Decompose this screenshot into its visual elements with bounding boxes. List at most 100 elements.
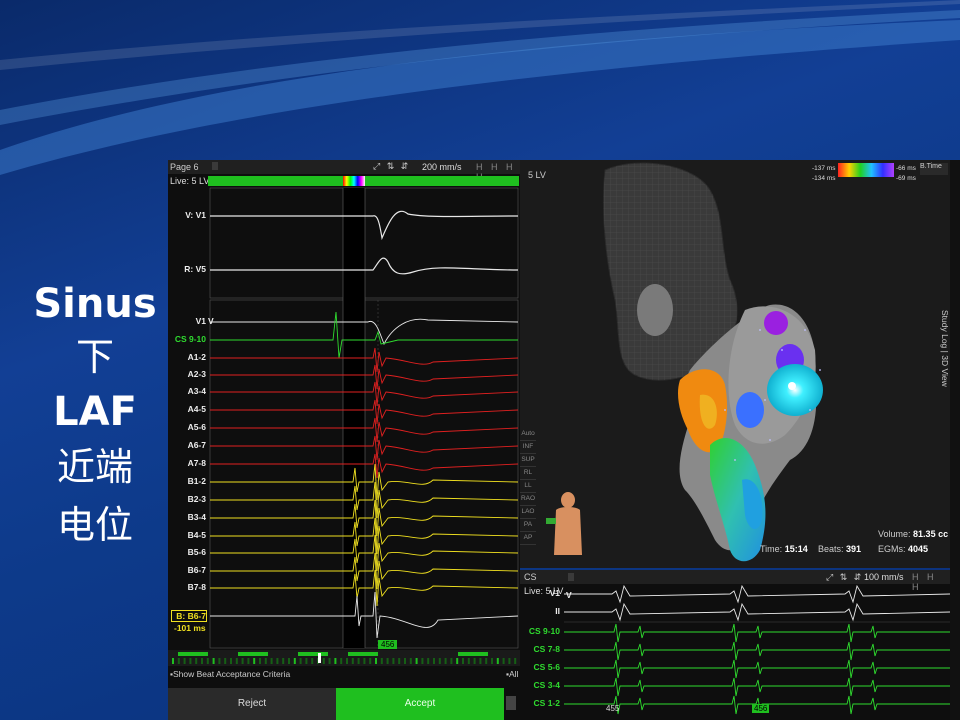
- beat-tick: [328, 658, 331, 664]
- beat-tick: [462, 658, 464, 664]
- beat-tick: [270, 658, 273, 664]
- cs-channel-label[interactable]: CS 3-4: [520, 680, 560, 690]
- channel-label[interactable]: B6-7: [168, 565, 206, 575]
- v1-marker: V: [208, 316, 214, 326]
- signal-traces: [209, 187, 519, 649]
- beat-tick: [369, 658, 372, 664]
- time-stat: Time: 15:14: [760, 544, 808, 554]
- beat-tick: [195, 658, 198, 664]
- beat-tick: [444, 658, 447, 664]
- channel-label[interactable]: A6-7: [168, 440, 206, 450]
- lv-geometry-map[interactable]: [520, 160, 950, 568]
- beat-tick: [230, 658, 232, 664]
- channel-label[interactable]: B: B6-7: [171, 610, 207, 622]
- beat-tick: [241, 658, 244, 664]
- slide-caption: Sinus 下 LAF 近端 电位: [20, 280, 170, 554]
- cycle-length-tag: 456: [378, 640, 398, 649]
- scale-label-tr: -66 ms: [896, 165, 916, 172]
- view-button-pa[interactable]: PA: [520, 519, 536, 532]
- channel-label[interactable]: B1-2: [168, 476, 206, 486]
- scale-label-bl: -134 ms: [812, 175, 836, 182]
- beat-tick: [288, 658, 290, 664]
- beat-tick: [351, 658, 354, 664]
- beat-tick: [386, 658, 389, 664]
- view-button-inf[interactable]: INF: [520, 441, 536, 454]
- beat-tick: [189, 658, 192, 664]
- channel-label[interactable]: B5-6: [168, 547, 206, 557]
- interval-left: 455: [606, 704, 620, 713]
- channel-label[interactable]: B2-3: [168, 494, 206, 504]
- beat-tick: [177, 658, 180, 664]
- beat-tick: [496, 658, 499, 664]
- beat-tick: [363, 658, 366, 664]
- channel-label[interactable]: A4-5: [168, 404, 206, 414]
- all-checkbox[interactable]: ▪All: [506, 669, 518, 679]
- beat-tick: [346, 658, 348, 664]
- caption-line-3: LAF: [53, 389, 137, 435]
- view-button-sup[interactable]: SUP: [520, 454, 536, 467]
- scale-label-tl: -137 ms: [812, 165, 836, 172]
- beat-tick: [259, 658, 261, 664]
- cs-trace-cs-7-8: [564, 641, 950, 661]
- channel-label[interactable]: A2-3: [168, 369, 206, 379]
- view-button-ll[interactable]: LL: [520, 480, 536, 493]
- channel-label[interactable]: V1: [168, 316, 206, 326]
- reject-button[interactable]: Reject: [168, 688, 336, 720]
- beat-tick: [375, 658, 377, 664]
- channel-label[interactable]: V: V1: [168, 210, 206, 220]
- channel-label[interactable]: A5-6: [168, 422, 206, 432]
- beat-tick: [311, 658, 314, 664]
- beat-tick: [433, 658, 435, 664]
- current-beat-marker: [318, 653, 321, 663]
- 3d-map-view[interactable]: 5 LV -137 ms -134 ms -66 ms -69 ms B.Tim…: [520, 160, 950, 568]
- channel-label[interactable]: CS 9-10: [168, 334, 206, 344]
- cs-channel-label[interactable]: CS 7-8: [520, 644, 560, 654]
- channel-label[interactable]: B3-4: [168, 512, 206, 522]
- reference-value: -101 ms: [174, 623, 206, 633]
- beat-tick: [467, 658, 470, 664]
- beat-tick: [224, 658, 227, 664]
- beat-tick: [485, 658, 488, 664]
- view-button-lao[interactable]: LAO: [520, 506, 536, 519]
- accept-button[interactable]: Accept: [336, 688, 504, 720]
- beat-tick: [206, 658, 209, 664]
- beat-scroll-bar[interactable]: [168, 650, 520, 666]
- beats-stat: Beats: 391: [818, 544, 862, 554]
- channel-label[interactable]: B7-8: [168, 582, 206, 592]
- beat-tick: [247, 658, 250, 664]
- beat-tick: [380, 658, 383, 664]
- cs-channel-label[interactable]: II: [520, 606, 560, 616]
- beat-tick: [415, 658, 418, 664]
- activation-color-scale[interactable]: [838, 163, 894, 177]
- map-type-selector[interactable]: B.Time: [920, 163, 948, 175]
- channel-label[interactable]: B4-5: [168, 530, 206, 540]
- show-criteria-checkbox[interactable]: ▪Show Beat Acceptance Criteria: [170, 669, 290, 679]
- beat-tick: [392, 658, 395, 664]
- channel-label[interactable]: A7-8: [168, 458, 206, 468]
- cs-channel-label[interactable]: CS 9-10: [520, 626, 560, 636]
- beat-tick: [404, 658, 406, 664]
- channel-label[interactable]: R: V5: [168, 264, 206, 274]
- caption-line-5: 电位: [56, 503, 133, 547]
- view-button-rao[interactable]: RAO: [520, 493, 536, 506]
- channel-label[interactable]: A3-4: [168, 386, 206, 396]
- view-button-rl[interactable]: RL: [520, 467, 536, 480]
- cs-trace-v1: [564, 584, 950, 604]
- cs-channel-label[interactable]: CS 1-2: [520, 698, 560, 708]
- channel-label[interactable]: A1-2: [168, 352, 206, 362]
- volume-stat: Volume: 81.35 cc: [878, 529, 949, 539]
- beat-tick: [421, 658, 424, 664]
- map-name: 5 LV: [528, 170, 546, 180]
- cs-channel-label[interactable]: V1: [520, 588, 560, 598]
- beat-tick: [322, 658, 325, 664]
- cs-traces: [564, 584, 950, 715]
- panel-toggle-button[interactable]: [506, 696, 516, 710]
- study-log-tab[interactable]: Study Log | 3D View: [934, 310, 950, 430]
- cs-channel-label[interactable]: CS 5-6: [520, 662, 560, 672]
- view-buttons: Auto INF SUP RL LL RAO LAO PA AP: [520, 428, 536, 545]
- orientation-figure-icon: [546, 492, 582, 555]
- cs-trace-ii: [564, 602, 950, 622]
- view-button-ap[interactable]: AP: [520, 532, 536, 545]
- view-button-auto[interactable]: Auto: [520, 428, 536, 441]
- beat-tick: [491, 658, 493, 664]
